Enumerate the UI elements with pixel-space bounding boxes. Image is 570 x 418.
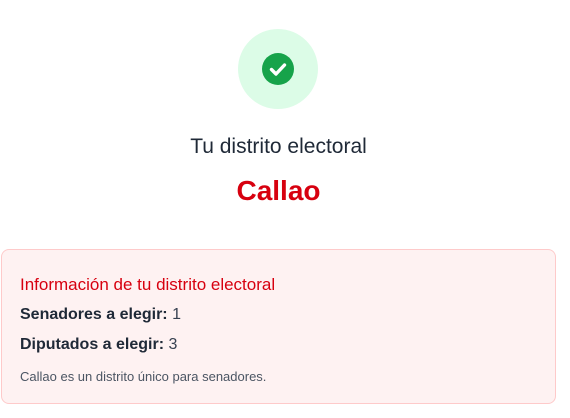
deputies-label: Diputados a elegir: (20, 336, 169, 353)
check-circle-icon (262, 53, 294, 85)
info-card-title: Información de tu distrito electoral (20, 275, 276, 294)
deputies-row: Diputados a elegir: 3 (20, 334, 177, 356)
senators-row: Senadores a elegir: 1 (20, 304, 181, 326)
senators-value: 1 (172, 306, 181, 323)
deputies-value: 3 (168, 336, 178, 353)
district-result-page: Tu distrito electoral Callao Información… (0, 0, 570, 418)
district-info-card: Información de tu distrito electoral Sen… (1, 249, 556, 404)
info-note: Callao es un distrito único para senador… (20, 369, 267, 384)
success-badge (238, 29, 318, 109)
senators-label: Senadores a elegir: (20, 306, 173, 323)
district-name: Callao (236, 175, 321, 206)
district-subtitle: Tu distrito electoral (190, 135, 367, 158)
